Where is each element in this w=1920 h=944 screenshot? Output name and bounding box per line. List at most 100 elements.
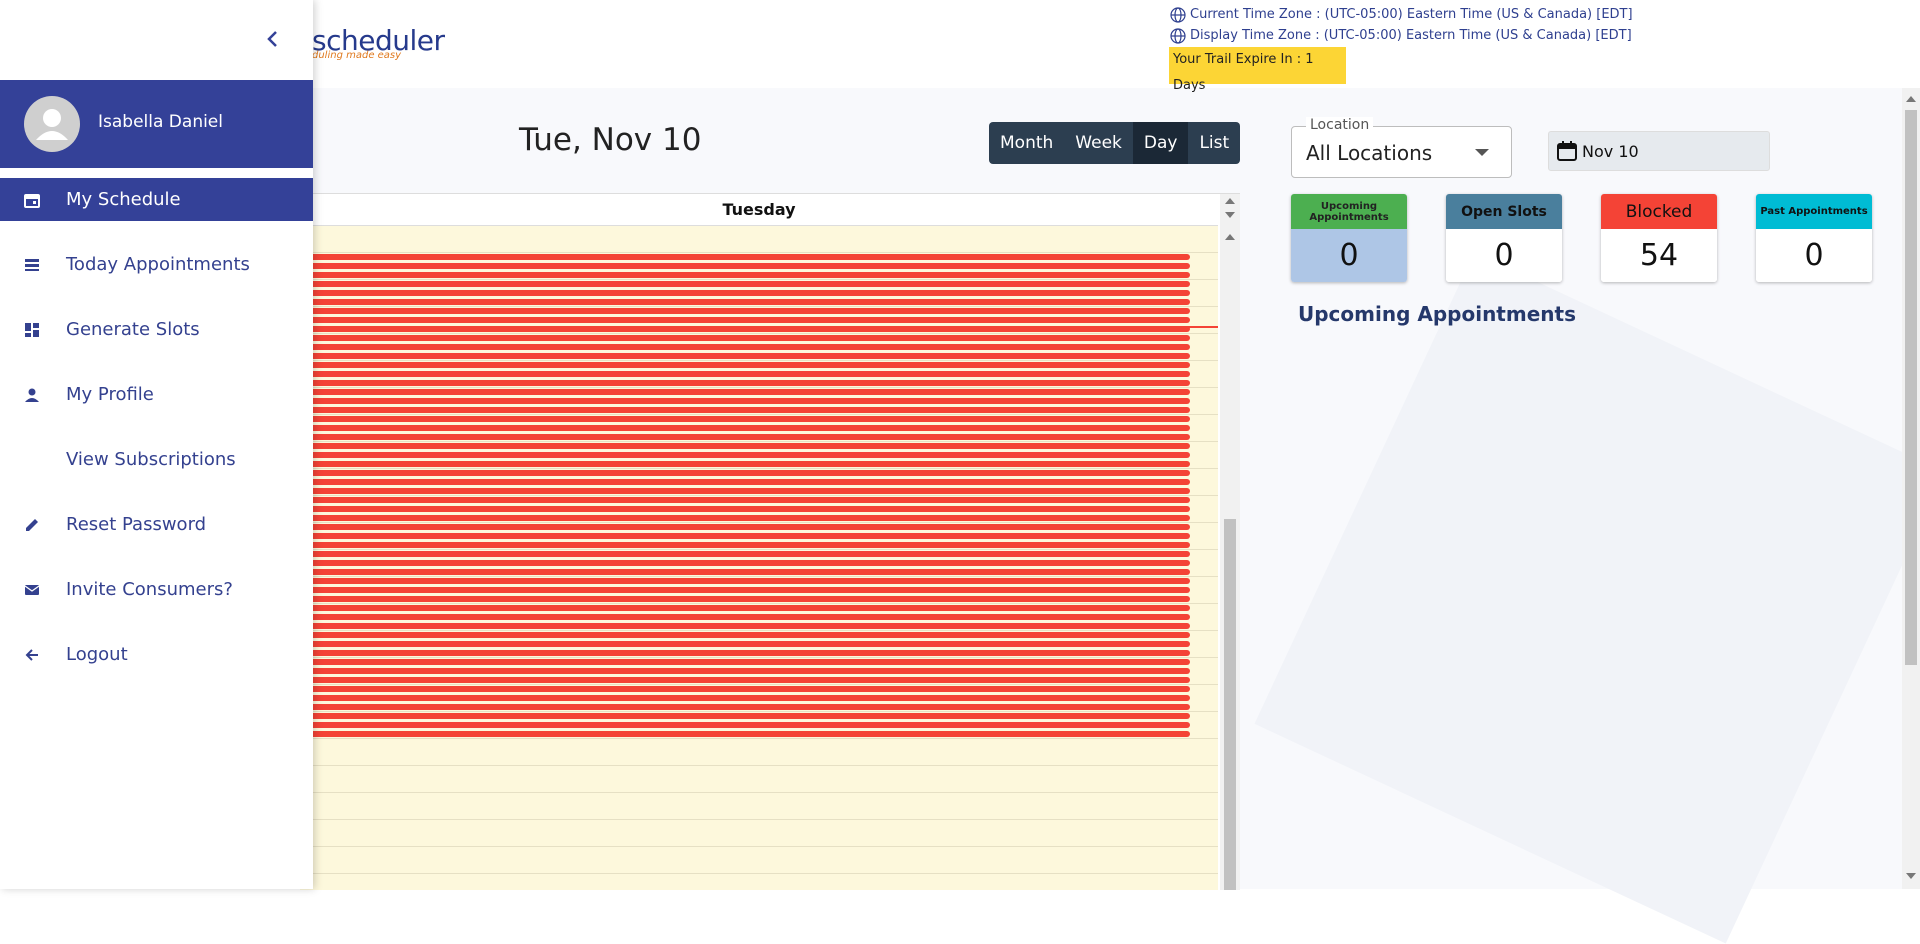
current-time-indicator <box>300 326 1218 328</box>
page-scrollbar[interactable] <box>1902 88 1920 889</box>
stat-past-appointments[interactable]: Past Appointments 0 <box>1756 194 1872 282</box>
blocked-slot[interactable] <box>300 398 1190 404</box>
menu-item-label: Logout <box>66 644 128 665</box>
blocked-slot[interactable] <box>300 380 1190 386</box>
blocked-slot[interactable] <box>300 389 1190 395</box>
stat-label: Blocked <box>1601 194 1717 229</box>
blocked-slot[interactable] <box>300 560 1190 566</box>
blocked-slot[interactable] <box>300 416 1190 422</box>
blocked-slot[interactable] <box>300 281 1190 287</box>
stat-blocked[interactable]: Blocked 54 <box>1601 194 1717 282</box>
user-name: Isabella Daniel <box>98 112 223 132</box>
globe-icon <box>1170 6 1186 23</box>
menu-item-label: Generate Slots <box>66 319 200 340</box>
scroll-down-icon[interactable] <box>1225 212 1235 218</box>
blocked-slot[interactable] <box>300 452 1190 458</box>
blocked-slot[interactable] <box>300 650 1190 656</box>
day-calendar: Tuesday <box>300 193 1240 890</box>
chevron-left-icon <box>267 31 277 47</box>
side-drawer: Isabella Daniel My Schedule Today Appoin… <box>0 0 313 889</box>
page-scroll-thumb[interactable] <box>1905 110 1917 665</box>
blocked-slot[interactable] <box>300 533 1190 539</box>
blocked-slot[interactable] <box>300 425 1190 431</box>
menu-item-my-schedule[interactable]: My Schedule <box>0 178 313 221</box>
blocked-slot[interactable] <box>300 704 1190 710</box>
blocked-slot[interactable] <box>300 614 1190 620</box>
blocked-slot[interactable] <box>300 479 1190 485</box>
blocked-slot[interactable] <box>300 722 1190 728</box>
blocked-slot[interactable] <box>300 290 1190 296</box>
location-select[interactable]: Location All Locations <box>1291 117 1512 178</box>
blocked-slot[interactable] <box>300 524 1190 530</box>
drawer-menu: My Schedule Today Appointments Generate … <box>0 178 313 698</box>
stat-value: 0 <box>1446 229 1562 282</box>
scroll-down-icon[interactable] <box>1906 873 1916 879</box>
current-timezone-text: Current Time Zone : (UTC-05:00) Eastern … <box>1190 7 1633 22</box>
menu-item-reset-password[interactable]: Reset Password <box>0 503 313 546</box>
blocked-slot[interactable] <box>300 362 1190 368</box>
blocked-slot[interactable] <box>300 497 1190 503</box>
blocked-slot[interactable] <box>300 632 1190 638</box>
blocked-slot[interactable] <box>300 461 1190 467</box>
blocked-slot[interactable] <box>300 542 1190 548</box>
blocked-slot[interactable] <box>300 317 1190 323</box>
blocked-slot[interactable] <box>300 488 1190 494</box>
stat-upcoming-appointments[interactable]: Upcoming Appointments 0 <box>1291 194 1407 282</box>
menu-item-view-subscriptions[interactable]: View Subscriptions <box>0 438 313 481</box>
display-timezone: Display Time Zone : (UTC-05:00) Eastern … <box>1170 25 1633 46</box>
blocked-slot[interactable] <box>300 299 1190 305</box>
menu-item-generate-slots[interactable]: Generate Slots <box>0 308 313 351</box>
blocked-slot[interactable] <box>300 641 1190 647</box>
blocked-slot[interactable] <box>300 677 1190 683</box>
view-week-button[interactable]: Week <box>1064 122 1133 164</box>
blocked-slot[interactable] <box>300 695 1190 701</box>
blocked-slot[interactable] <box>300 605 1190 611</box>
blocked-slot[interactable] <box>300 569 1190 575</box>
menu-item-my-profile[interactable]: My Profile <box>0 373 313 416</box>
view-month-button[interactable]: Month <box>989 122 1064 164</box>
list-icon <box>25 258 39 271</box>
stat-value: 54 <box>1601 229 1717 282</box>
close-drawer-button[interactable] <box>258 24 288 54</box>
blocked-slot[interactable] <box>300 731 1190 737</box>
blocked-slot[interactable] <box>300 470 1190 476</box>
blocked-slot[interactable] <box>300 344 1190 350</box>
blocked-slot[interactable] <box>300 506 1190 512</box>
blocked-slot[interactable] <box>300 443 1190 449</box>
scroll-up-icon[interactable] <box>1225 198 1235 204</box>
menu-item-invite-consumers[interactable]: Invite Consumers? <box>0 568 313 611</box>
blocked-slot[interactable] <box>300 308 1190 314</box>
calendar-scrollbar[interactable] <box>1220 194 1240 890</box>
scroll-up-icon[interactable] <box>1906 96 1916 102</box>
blocked-slot[interactable] <box>300 407 1190 413</box>
view-day-button[interactable]: Day <box>1132 122 1189 164</box>
blocked-slot[interactable] <box>300 353 1190 359</box>
brand-tagline: duling made easy <box>312 50 402 61</box>
blocked-slot[interactable] <box>300 335 1190 341</box>
blocked-slot[interactable] <box>300 515 1190 521</box>
blocked-slot[interactable] <box>300 254 1190 260</box>
blocked-slot[interactable] <box>300 578 1190 584</box>
blocked-slot[interactable] <box>300 596 1190 602</box>
blocked-slot[interactable] <box>300 659 1190 665</box>
blocked-slot[interactable] <box>300 587 1190 593</box>
blocked-slot[interactable] <box>300 623 1190 629</box>
blocked-slot[interactable] <box>300 434 1190 440</box>
menu-item-logout[interactable]: Logout <box>0 633 313 676</box>
scroll-up-icon[interactable] <box>1225 234 1235 240</box>
blocked-slot[interactable] <box>300 371 1190 377</box>
blocked-slot[interactable] <box>300 686 1190 692</box>
view-list-button[interactable]: List <box>1188 122 1240 164</box>
blocked-slot[interactable] <box>300 263 1190 269</box>
app-logo[interactable]: scheduler duling made easy <box>312 24 445 61</box>
stat-open-slots[interactable]: Open Slots 0 <box>1446 194 1562 282</box>
blocked-slot[interactable] <box>300 272 1190 278</box>
blocked-slot[interactable] <box>300 713 1190 719</box>
blocked-slot[interactable] <box>300 668 1190 674</box>
avatar <box>24 96 80 152</box>
menu-item-today-appointments[interactable]: Today Appointments <box>0 243 313 286</box>
globe-icon <box>1170 27 1186 44</box>
blocked-slot[interactable] <box>300 551 1190 557</box>
calendar-scroll-thumb[interactable] <box>1224 519 1236 890</box>
date-picker[interactable]: Nov 10 <box>1548 131 1770 171</box>
